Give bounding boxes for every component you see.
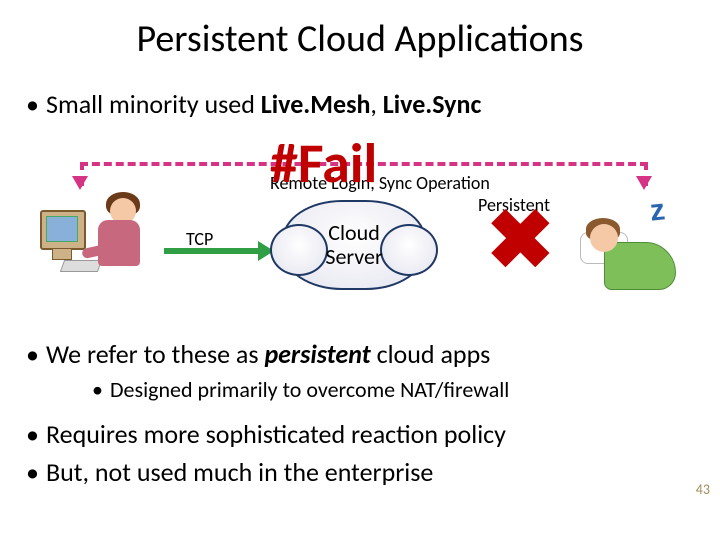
bullet-3: Requires more sophisticated reaction pol… xyxy=(46,418,506,450)
zzz-icon: z xyxy=(648,193,666,228)
page-number: 43 xyxy=(696,481,710,498)
cloud-line1: Cloud xyxy=(328,221,380,245)
slide-title: Persistent Cloud Applications xyxy=(0,16,720,62)
bullet1-em2: Live.Sync xyxy=(383,88,482,120)
sleeper-head xyxy=(590,224,618,252)
monitor-stand xyxy=(52,248,72,260)
diagram: Remote Login, Sync Operation #Fail Persi… xyxy=(40,120,680,320)
monitor-screen xyxy=(46,216,78,242)
bullet2-text-post: cloud apps xyxy=(371,338,491,370)
sleeping-user-icon: z xyxy=(580,202,680,302)
fail-x-icon: ✖ xyxy=(486,200,555,282)
fail-label: #Fail xyxy=(270,136,377,192)
bullet1-text-pre: Small minority used xyxy=(46,88,261,120)
bullet-2: We refer to these as persistent cloud ap… xyxy=(46,338,490,370)
keyboard-icon xyxy=(60,260,102,272)
slide: Persistent Cloud Applications Small mino… xyxy=(0,0,720,540)
monitor-icon xyxy=(40,210,86,250)
sub-bullet-2: Designed primarily to overcome NAT/firew… xyxy=(110,376,509,403)
bullet1-text-mid: , xyxy=(370,88,382,120)
cloud-line2: Server xyxy=(325,245,382,269)
dashed-arrow-head-right xyxy=(636,176,652,190)
cloud-label: Cloud Server xyxy=(284,202,424,288)
sub2-text: Designed primarily to overcome NAT/firew… xyxy=(110,376,509,403)
tcp-label: TCP xyxy=(186,228,213,250)
bullet4-text: But, not used much in the enterprise xyxy=(46,456,433,488)
bullet2-text-pre: We refer to these as xyxy=(46,338,264,370)
cloud-icon: Cloud Server xyxy=(282,200,426,290)
blanket xyxy=(604,242,676,290)
person-body xyxy=(98,220,140,266)
dashed-arrow-head-left xyxy=(72,176,88,190)
bullet-4: But, not used much in the enterprise xyxy=(46,456,433,488)
bullet3-text: Requires more sophisticated reaction pol… xyxy=(46,418,506,450)
bullet-1: Small minority used Live.Mesh, Live.Sync xyxy=(46,88,481,120)
desktop-user-icon xyxy=(40,190,160,300)
bullet2-em: persistent xyxy=(264,338,370,370)
tcp-arrow-icon xyxy=(164,248,260,254)
bullet1-em1: Live.Mesh xyxy=(261,88,371,120)
